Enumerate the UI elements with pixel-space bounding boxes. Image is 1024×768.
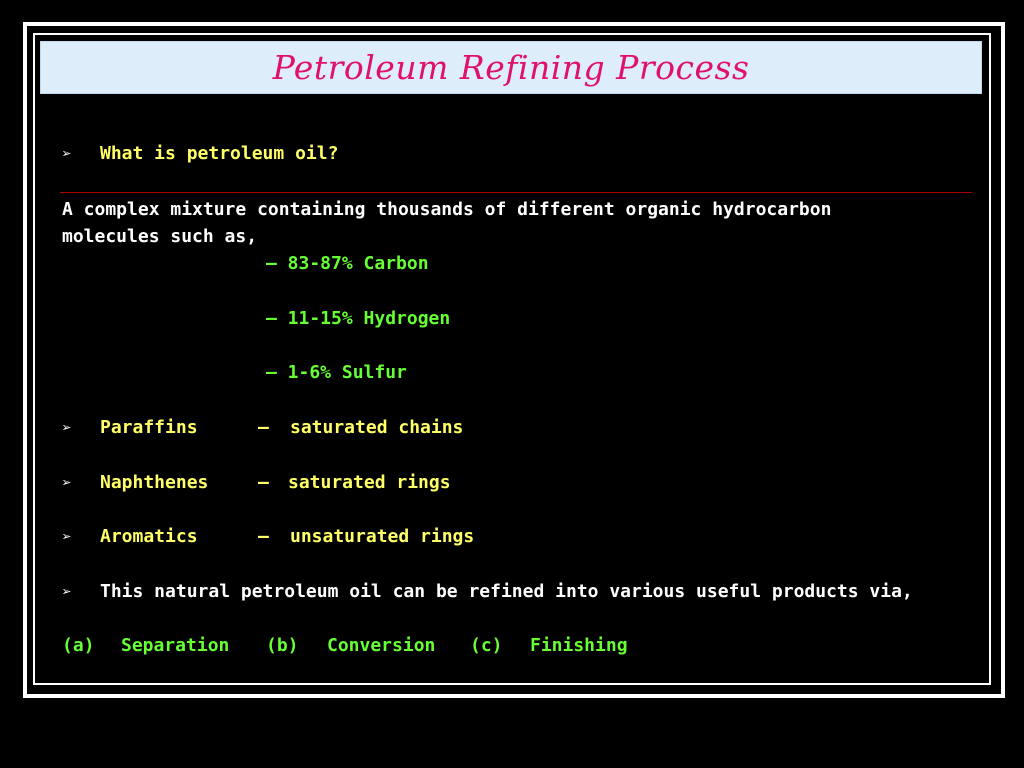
summary-text: This natural petroleum oil can be refine…: [100, 581, 913, 602]
step-name-finishing: Finishing: [530, 635, 628, 656]
slide-title: Petroleum Refining Process: [272, 48, 750, 87]
definition-line-1: A complex mixture containing thousands o…: [62, 199, 832, 220]
class-dash-paraffins: –: [258, 417, 269, 438]
step-name-conversion: Conversion: [327, 635, 436, 656]
class-desc-paraffins: saturated chains: [290, 417, 464, 438]
arrow-bullet-icon: ➢: [62, 527, 72, 546]
step-name-separation: Separation: [121, 635, 230, 656]
composition-item-hydrogen: – 11-15% Hydrogen: [266, 308, 451, 329]
step-label-c: (c): [470, 635, 503, 656]
arrow-bullet-icon: ➢: [62, 418, 72, 437]
question-text: What is petroleum oil?: [100, 143, 339, 164]
composition-item-carbon: – 83-87% Carbon: [266, 253, 429, 274]
definition-line-2: molecules such as,: [62, 226, 258, 247]
arrow-bullet-icon: ➢: [62, 144, 72, 163]
class-name-paraffins: Paraffins: [100, 417, 198, 438]
class-dash-naphthenes: –: [258, 472, 269, 493]
class-name-naphthenes: Naphthenes: [100, 472, 209, 493]
arrow-bullet-icon: ➢: [62, 582, 72, 601]
class-dash-aromatics: –: [258, 526, 269, 547]
composition-item-sulfur: – 1-6% Sulfur: [266, 362, 407, 383]
title-bar: Petroleum Refining Process: [40, 41, 982, 94]
divider: [60, 192, 972, 193]
step-label-b: (b): [266, 635, 299, 656]
class-desc-aromatics: unsaturated rings: [290, 526, 475, 547]
class-name-aromatics: Aromatics: [100, 526, 198, 547]
arrow-bullet-icon: ➢: [62, 473, 72, 492]
step-label-a: (a): [62, 635, 95, 656]
class-desc-naphthenes: saturated rings: [288, 472, 451, 493]
